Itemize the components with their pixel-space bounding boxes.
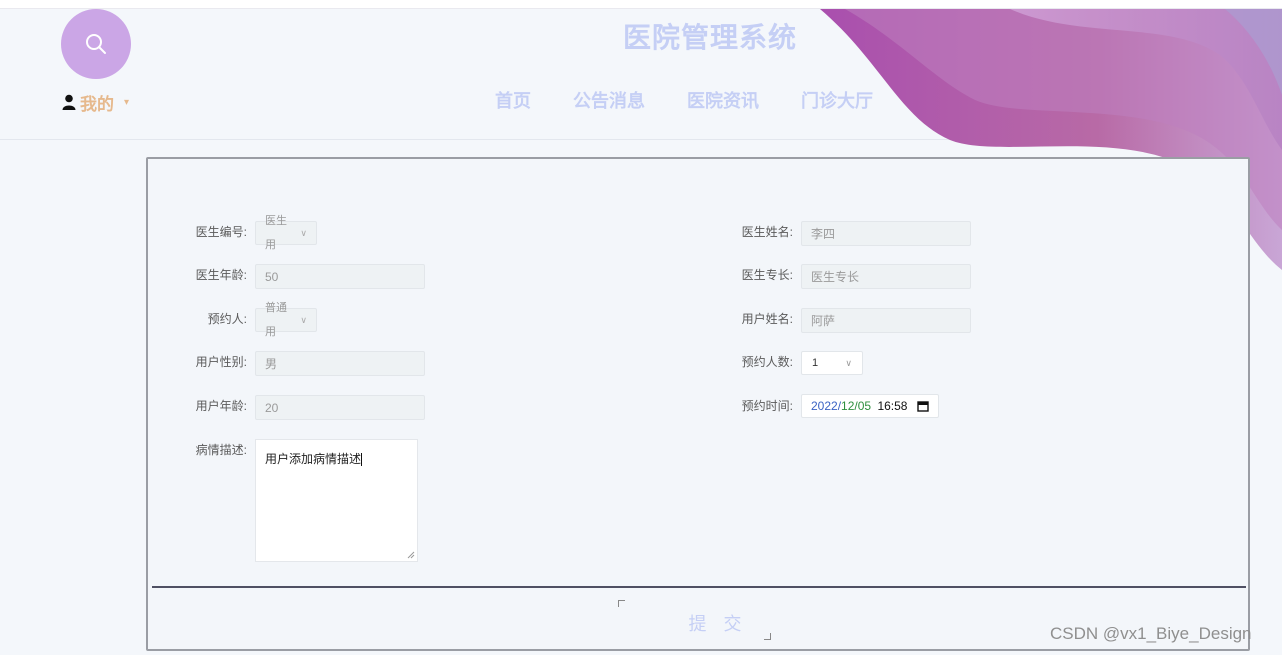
- resize-handle-icon[interactable]: [407, 551, 415, 559]
- user-age-label: 用户年龄:: [195, 399, 247, 413]
- illness-textarea[interactable]: 用户添加病情描述: [255, 439, 418, 562]
- illness-text: 用户添加病情描述: [265, 452, 362, 466]
- user-gender-field[interactable]: 男: [255, 351, 425, 376]
- mine-label: 我的: [80, 94, 114, 114]
- chevron-down-icon: ▾: [124, 96, 130, 108]
- chevron-down-icon: ∨: [845, 358, 852, 368]
- form-divider: [152, 586, 1246, 588]
- user-name-field[interactable]: 阿萨: [801, 308, 971, 333]
- doctor-name-label: 医生姓名:: [741, 225, 793, 239]
- booking-month: 12: [841, 399, 855, 413]
- doctor-age-label: 医生年龄:: [195, 268, 247, 282]
- user-icon: [62, 94, 76, 110]
- booking-time-value: 2022/12/05 16:58: [811, 399, 908, 413]
- site-title: 医院管理系统: [622, 22, 797, 53]
- doctor-id-select[interactable]: 医生用 ∨: [255, 215, 317, 251]
- search-button[interactable]: [61, 9, 131, 79]
- illness-label: 病情描述:: [195, 443, 247, 457]
- doctor-specialty-label: 医生专长:: [741, 268, 793, 282]
- booking-year: 2022: [811, 399, 838, 413]
- user-name-label: 用户姓名:: [741, 312, 793, 326]
- people-count-select[interactable]: 1 ∨: [801, 351, 863, 375]
- booking-time-input[interactable]: 2022/12/05 16:58: [801, 394, 939, 418]
- user-gender-label: 用户性别:: [195, 355, 247, 369]
- submit-corner-bottom-right: [764, 633, 771, 640]
- search-icon: [86, 34, 106, 54]
- text-cursor: [361, 453, 363, 467]
- doctor-specialty-field[interactable]: 医生专长: [801, 264, 971, 289]
- booker-select[interactable]: 普通用 ∨: [255, 302, 317, 338]
- main-nav: 首页 公告消息 医院资讯 门诊大厅: [495, 89, 915, 113]
- submit-corner-top-left: [618, 600, 625, 607]
- user-age-field[interactable]: 20: [255, 395, 425, 420]
- nav-clinic-hall[interactable]: 门诊大厅: [801, 89, 873, 113]
- booking-clock: 16:58: [877, 399, 908, 413]
- submit-button[interactable]: 提 交: [668, 609, 768, 639]
- chevron-down-icon: ∨: [300, 228, 307, 238]
- people-count-value: 1: [812, 357, 819, 369]
- booker-label: 预约人:: [207, 312, 247, 326]
- calendar-icon[interactable]: [917, 400, 929, 412]
- booking-form-panel: 医生编号: 医生用 ∨ 医生姓名: 李四 医生年龄: 50 医生专长: 医生专长…: [146, 157, 1250, 651]
- booking-time-label: 预约时间:: [741, 399, 793, 413]
- chevron-down-icon: ∨: [300, 315, 307, 325]
- booker-value: 普通用: [265, 302, 287, 338]
- doctor-id-value: 医生用: [265, 215, 287, 251]
- doctor-name-field[interactable]: 李四: [801, 221, 971, 246]
- top-strip: [0, 0, 1282, 9]
- nav-notices[interactable]: 公告消息: [573, 89, 645, 113]
- doctor-age-field[interactable]: 50: [255, 264, 425, 289]
- nav-home[interactable]: 首页: [495, 89, 531, 113]
- nav-news[interactable]: 医院资讯: [687, 89, 759, 113]
- people-count-label: 预约人数:: [741, 355, 793, 369]
- booking-day: 05: [857, 399, 872, 413]
- doctor-id-label: 医生编号:: [195, 225, 247, 239]
- watermark: CSDN @vx1_Biye_Design: [1050, 624, 1252, 643]
- mine-menu[interactable]: 我的 ▾: [62, 91, 130, 114]
